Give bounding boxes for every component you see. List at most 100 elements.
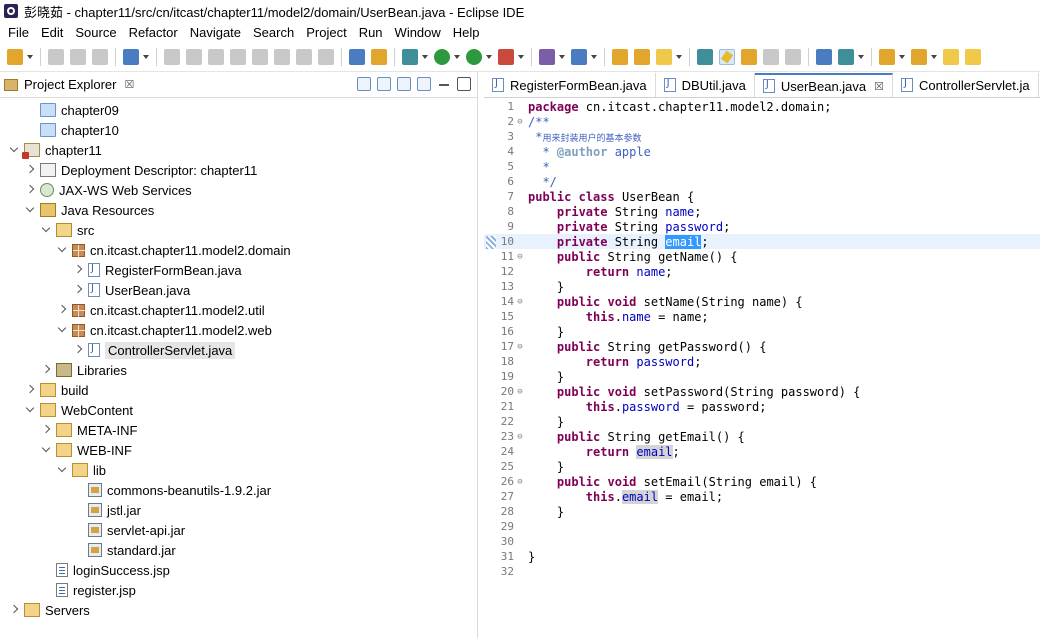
collapsed-chevron-icon[interactable]	[8, 604, 20, 616]
project-explorer-tab[interactable]: Project Explorer ☒	[0, 72, 477, 98]
collapsed-chevron-icon[interactable]	[56, 304, 68, 316]
minimize-icon[interactable]	[437, 77, 451, 91]
suspend-icon[interactable]	[208, 48, 224, 65]
code-line[interactable]: 26 ⊖ public void setEmail(String email) {	[484, 474, 1040, 489]
menu-refactor[interactable]: Refactor	[123, 25, 184, 40]
menu-search[interactable]: Search	[247, 25, 300, 40]
globe-icon[interactable]	[816, 48, 832, 65]
link-with-editor-icon[interactable]	[377, 77, 391, 91]
fold-toggle-icon[interactable]: ⊖	[516, 117, 524, 127]
code-line[interactable]: 24 return email;	[484, 444, 1040, 459]
new-server-icon[interactable]	[539, 48, 555, 65]
tree-item[interactable]: build	[0, 380, 478, 400]
next-annotation-dropdown-icon[interactable]	[898, 49, 906, 65]
print-icon[interactable]	[92, 48, 108, 65]
editor-tab[interactable]: UserBean.java ☒	[754, 73, 894, 97]
code-line[interactable]: 3 *用来封装用户的基本参数	[484, 129, 1040, 144]
tree-item[interactable]: servlet-api.jar	[0, 520, 478, 540]
tree-item[interactable]: RegisterFormBean.java	[0, 260, 478, 280]
show-whitespace-icon[interactable]	[763, 48, 779, 65]
tree-item[interactable]: cn.itcast.chapter11.model2.util	[0, 300, 478, 320]
run-dropdown-icon[interactable]	[453, 49, 461, 65]
close-tab-icon[interactable]: ☒	[874, 80, 884, 93]
menu-navigate[interactable]: Navigate	[184, 25, 247, 40]
tree-item[interactable]: lib	[0, 460, 478, 480]
step-return-icon[interactable]	[318, 48, 334, 65]
run-external-dropdown-icon[interactable]	[485, 49, 493, 65]
collapsed-chevron-icon[interactable]	[40, 364, 52, 376]
coverage-icon[interactable]	[498, 48, 514, 65]
code-line[interactable]: 23 ⊖ public String getEmail() {	[484, 429, 1040, 444]
console-icon[interactable]	[123, 48, 139, 65]
collapsed-chevron-icon[interactable]	[40, 424, 52, 436]
view-menu-icon[interactable]	[417, 77, 431, 91]
code-line[interactable]: 12 return name;	[484, 264, 1040, 279]
expanded-chevron-icon[interactable]	[24, 204, 36, 216]
fold-toggle-icon[interactable]: ⊖	[516, 342, 524, 352]
new-class-icon[interactable]	[571, 48, 587, 65]
editor-tab[interactable]: DBUtil.java	[656, 73, 755, 97]
resume-icon[interactable]	[186, 48, 202, 65]
step-into-icon[interactable]	[274, 48, 290, 65]
forward-icon[interactable]	[965, 48, 981, 65]
code-line[interactable]: 2 ⊖ /**	[484, 114, 1040, 129]
code-line[interactable]: 19 }	[484, 369, 1040, 384]
expanded-chevron-icon[interactable]	[56, 244, 68, 256]
code-line[interactable]: 7 public class UserBean {	[484, 189, 1040, 204]
tree-item[interactable]: JAX-WS Web Services	[0, 180, 478, 200]
code-editor[interactable]: 1 package cn.itcast.chapter11.model2.doma…	[484, 99, 1040, 579]
menu-help[interactable]: Help	[447, 25, 486, 40]
code-line[interactable]: 6 */	[484, 174, 1040, 189]
menu-window[interactable]: Window	[389, 25, 447, 40]
open-type-icon[interactable]	[349, 48, 365, 65]
open-task-icon[interactable]	[371, 48, 387, 65]
code-line[interactable]: 22 }	[484, 414, 1040, 429]
fold-toggle-icon[interactable]: ⊖	[516, 477, 524, 487]
menu-run[interactable]: Run	[353, 25, 389, 40]
menu-project[interactable]: Project	[300, 25, 352, 40]
code-line[interactable]: 14 ⊖ public void setName(String name) {	[484, 294, 1040, 309]
code-line[interactable]: 29	[484, 519, 1040, 534]
tree-item[interactable]: WEB-INF	[0, 440, 478, 460]
tree-item[interactable]: UserBean.java	[0, 280, 478, 300]
skip-breakpoints-icon[interactable]	[164, 48, 180, 65]
code-line[interactable]: 31}	[484, 549, 1040, 564]
new-class-dropdown-icon[interactable]	[590, 49, 598, 65]
paragraph-icon[interactable]	[785, 48, 801, 65]
code-line[interactable]: 16 }	[484, 324, 1040, 339]
debug-icon[interactable]	[402, 48, 418, 65]
tree-item[interactable]: cn.itcast.chapter11.model2.web	[0, 320, 478, 340]
code-line[interactable]: 1 package cn.itcast.chapter11.model2.doma…	[484, 99, 1040, 114]
code-line[interactable]: 5 *	[484, 159, 1040, 174]
code-line[interactable]: 10 private String email;	[484, 234, 1040, 249]
tree-item[interactable]: loginSuccess.jsp	[0, 560, 478, 580]
menu-file[interactable]: File	[2, 25, 35, 40]
tree-item[interactable]: chapter11	[0, 140, 478, 160]
collapsed-chevron-icon[interactable]	[72, 344, 84, 356]
code-line[interactable]: 9 private String password;	[484, 219, 1040, 234]
collapse-all-icon[interactable]	[357, 77, 371, 91]
fold-toggle-icon[interactable]: ⊖	[516, 387, 524, 397]
code-line[interactable]: 11 ⊖ public String getName() {	[484, 249, 1040, 264]
tree-item[interactable]: src	[0, 220, 478, 240]
step-over-icon[interactable]	[296, 48, 312, 65]
filter-icon[interactable]	[397, 77, 411, 91]
open-folder-icon[interactable]	[612, 48, 628, 65]
code-line[interactable]: 32	[484, 564, 1040, 579]
toggle-mark-occurrences-icon[interactable]	[697, 48, 713, 65]
next-annotation-icon[interactable]	[879, 48, 895, 65]
tree-item[interactable]: commons-beanutils-1.9.2.jar	[0, 480, 478, 500]
expanded-chevron-icon[interactable]	[40, 224, 52, 236]
collapsed-chevron-icon[interactable]	[72, 264, 84, 276]
save-icon[interactable]	[48, 48, 64, 65]
close-icon[interactable]: ☒	[124, 78, 134, 91]
tree-item[interactable]: jstl.jar	[0, 500, 478, 520]
editor-tab[interactable]: RegisterFormBean.java	[484, 73, 656, 97]
console-dropdown-icon[interactable]	[142, 49, 150, 65]
collapsed-chevron-icon[interactable]	[24, 164, 36, 176]
tree-item[interactable]: ControllerServlet.java	[0, 340, 478, 360]
save-all-icon[interactable]	[70, 48, 86, 65]
coverage-dropdown-icon[interactable]	[517, 49, 525, 65]
pencil-icon[interactable]	[656, 48, 672, 65]
menu-source[interactable]: Source	[69, 25, 122, 40]
